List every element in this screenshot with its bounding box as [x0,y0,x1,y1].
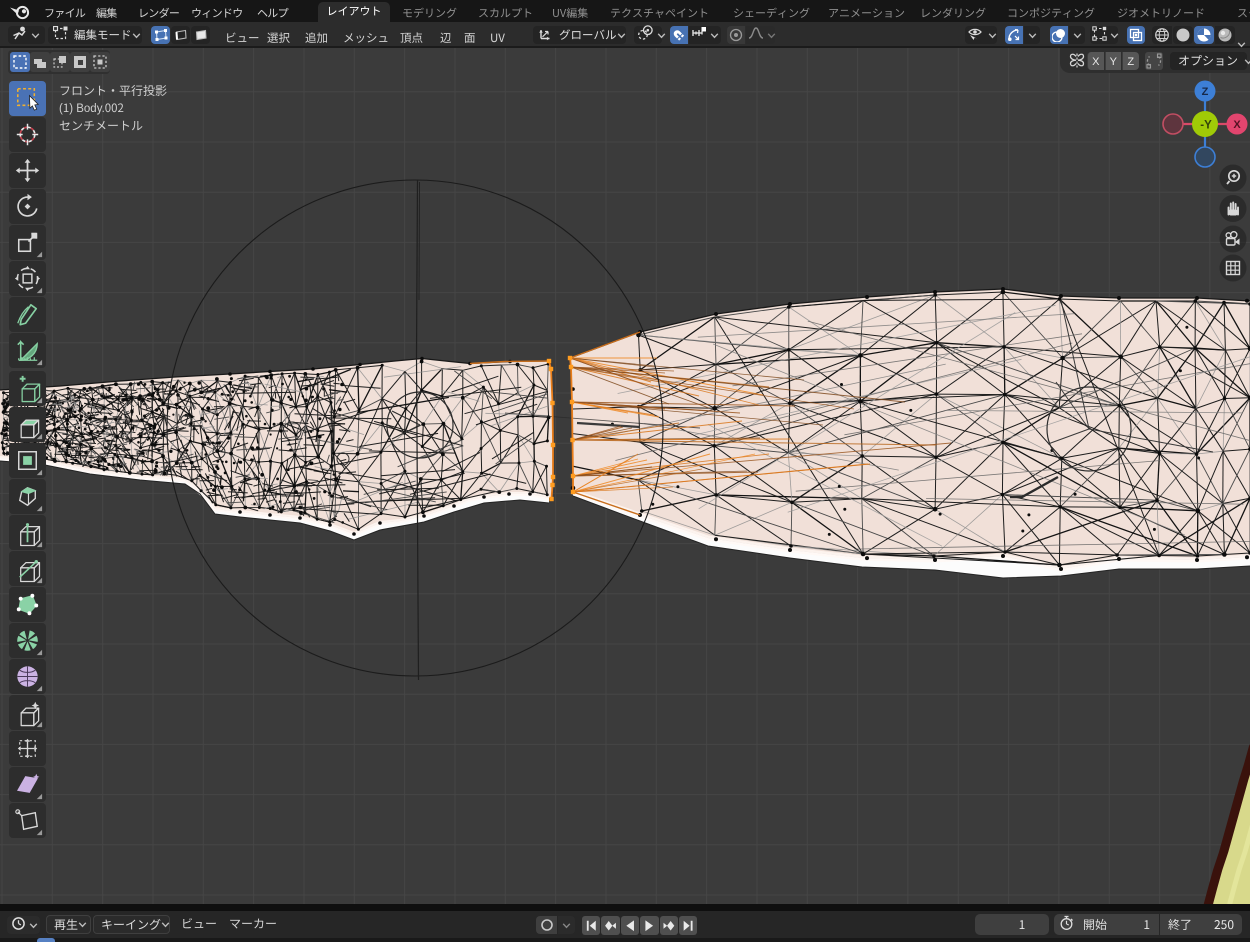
svg-text:-Y: -Y [1200,117,1212,133]
svg-text:X: X [1233,116,1241,132]
svg-text:Z: Z [1202,83,1209,99]
